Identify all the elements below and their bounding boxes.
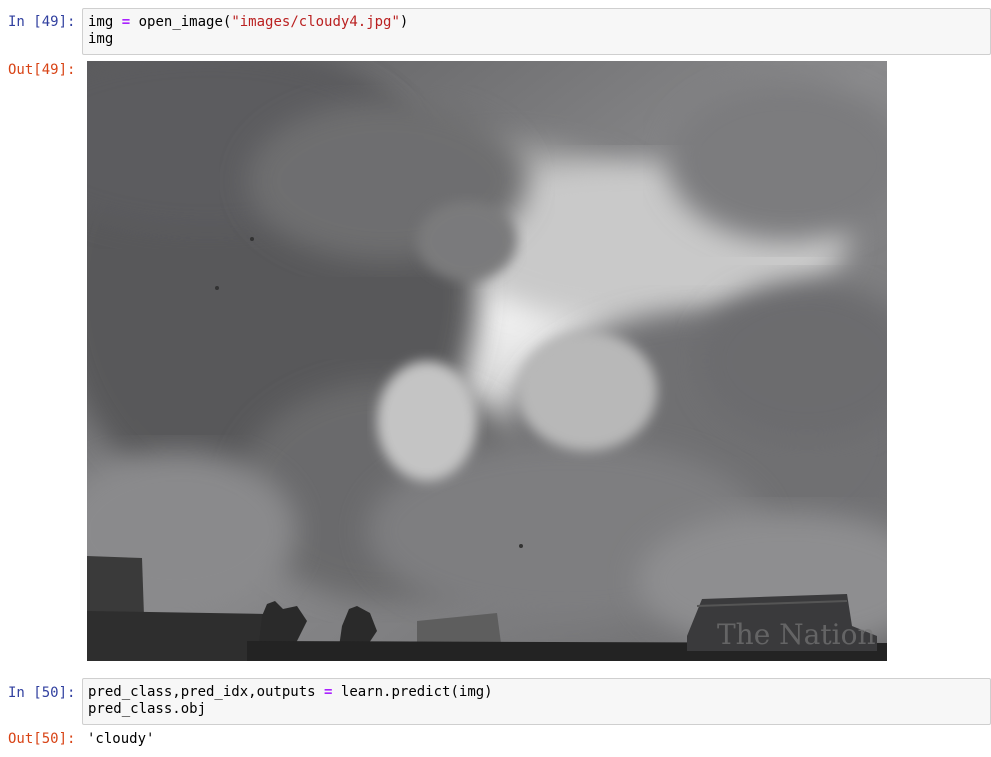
code-operator: = bbox=[121, 14, 131, 30]
code-line: pred_class,pred_idx,outputs = learn.pred… bbox=[88, 684, 985, 701]
code-cell-50[interactable]: In [50]: pred_class,pred_idx,outputs = l… bbox=[0, 678, 991, 757]
code-line: pred_class.obj bbox=[88, 701, 207, 717]
cloudy-sky-image: The Nation bbox=[7, 51, 937, 661]
code-input[interactable]: img = open_image("images/cloudy4.jpg") i… bbox=[82, 8, 991, 55]
code-token: ) bbox=[399, 14, 409, 30]
in-prompt: In [49]: bbox=[8, 14, 76, 30]
code-token: img bbox=[88, 14, 114, 30]
code-token: open_image( bbox=[138, 14, 232, 30]
code-cell-49[interactable]: In [49]: img = open_image("images/cloudy… bbox=[0, 8, 991, 661]
out-prompt: Out[50]: bbox=[8, 731, 76, 747]
code-string: "images/cloudy4.jpg" bbox=[231, 14, 400, 30]
code-input[interactable]: pred_class,pred_idx,outputs = learn.pred… bbox=[82, 678, 991, 725]
output-image: The Nation bbox=[7, 51, 937, 661]
code-token: pred_class,pred_idx,outputs bbox=[88, 684, 316, 700]
code-token: learn.predict(img) bbox=[340, 684, 493, 700]
in-prompt: In [50]: bbox=[8, 685, 76, 701]
code-operator: = bbox=[324, 684, 333, 700]
code-line: img = open_image("images/cloudy4.jpg") bbox=[88, 14, 985, 31]
output-text: 'cloudy' bbox=[87, 731, 155, 747]
out-prompt: Out[49]: bbox=[8, 62, 76, 78]
image-watermark: The Nation bbox=[717, 618, 875, 651]
code-line: img bbox=[88, 31, 114, 47]
